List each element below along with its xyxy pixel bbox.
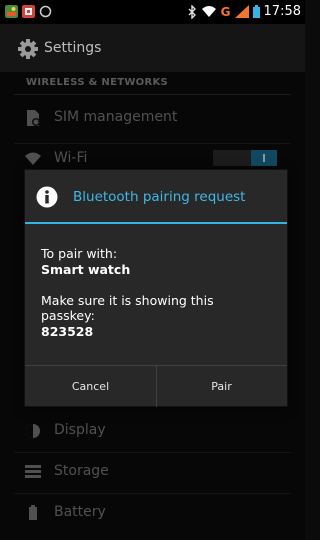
clock: 17:58 (263, 4, 301, 19)
gallery-notification-icon (22, 5, 35, 18)
dialog-header: Bluetooth pairing request (25, 170, 287, 222)
pair-with-text: To pair with: (41, 246, 118, 261)
notification-icons (5, 5, 52, 18)
action-bar: Settings (0, 24, 305, 72)
info-icon (36, 186, 58, 208)
signal-strength-icon (234, 5, 249, 18)
photo-notification-icon (5, 5, 18, 18)
passkey-value: 823528 (41, 323, 94, 339)
dialog-message: To pair with: Smart watch Make sure it i… (41, 246, 281, 339)
dialog-title: Bluetooth pairing request (73, 189, 246, 205)
circle-notification-icon (39, 5, 52, 18)
status-bar: G 17:58 (0, 0, 305, 24)
bluetooth-pairing-dialog: Bluetooth pairing request To pair with: … (25, 170, 287, 407)
passkey-instruction: Make sure it is showing this passkey: (41, 292, 214, 324)
dialog-title-divider (25, 222, 287, 224)
cancel-button[interactable]: Cancel (25, 366, 157, 407)
pair-button[interactable]: Pair (156, 366, 287, 407)
device-name: Smart watch (41, 261, 131, 277)
settings-gear-icon[interactable] (17, 38, 39, 60)
battery-status-icon (252, 5, 260, 18)
status-icons: G 17:58 (187, 4, 301, 19)
page-title: Settings (44, 40, 102, 56)
bluetooth-icon (188, 4, 196, 19)
dialog-buttons: Cancel Pair (25, 365, 287, 407)
wifi-status-icon (201, 6, 216, 17)
network-type-label: G (220, 4, 231, 19)
